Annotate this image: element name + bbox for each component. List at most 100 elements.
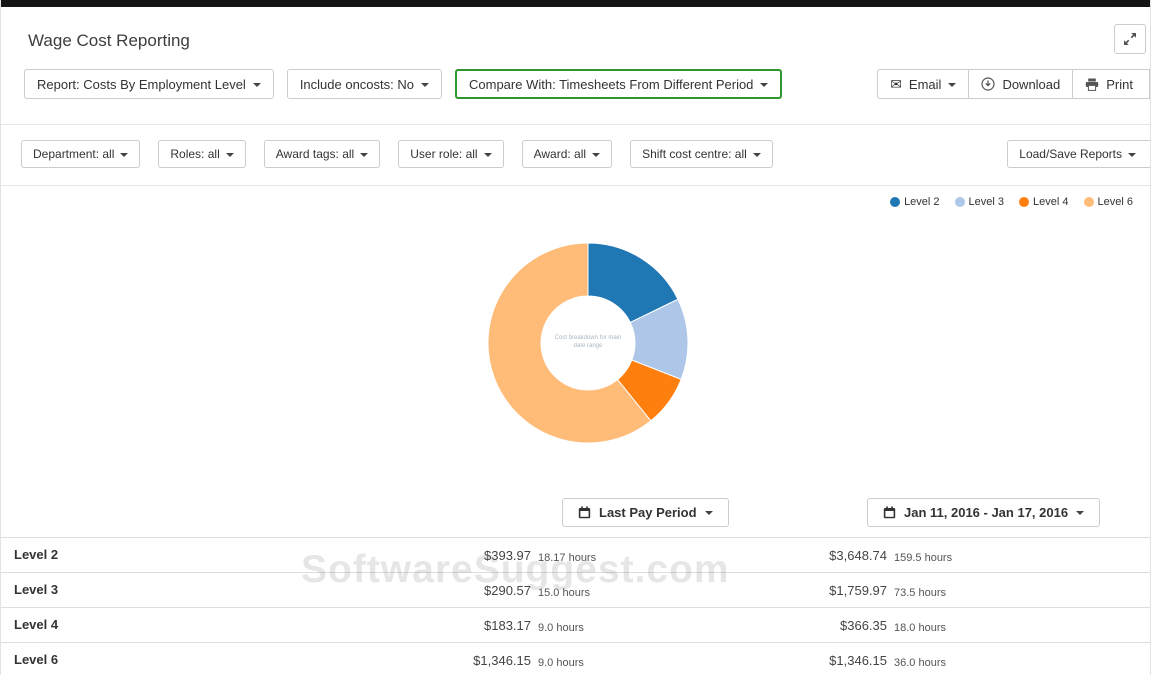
- row-period1-values: $290.57 15.0 hours: [401, 573, 590, 607]
- expand-icon: [1123, 32, 1137, 46]
- filter-department-label: Department: all: [33, 148, 114, 160]
- donut-chart[interactable]: Cost breakdown for main date range: [478, 233, 698, 453]
- filter-roles[interactable]: Roles: all: [158, 140, 245, 168]
- period2-hours: 18.0 hours: [894, 622, 946, 634]
- row-period2-values: $1,346.15 36.0 hours: [749, 643, 946, 675]
- legend-item-level-4[interactable]: Level 4: [1019, 196, 1068, 208]
- chart-section: Level 2 Level 3 Level 4 Level 6 Cost bre…: [1, 186, 1150, 494]
- period-selector-compare-label: Jan 11, 2016 - Jan 17, 2016: [904, 506, 1068, 519]
- chevron-down-icon: [592, 153, 600, 157]
- period1-cost: $290.57: [401, 583, 531, 598]
- chevron-down-icon: [120, 153, 128, 157]
- legend-dot: [890, 197, 900, 207]
- row-period1-values: $1,346.15 9.0 hours: [401, 643, 584, 675]
- donut-center-label: Cost breakdown for main date range: [549, 335, 627, 351]
- wage-cost-reporting-page: Wage Cost Reporting Report: Costs By Emp…: [0, 0, 1151, 675]
- table-row-level-6: Level 6 $1,346.15 9.0 hours $1,346.15 36…: [1, 642, 1150, 675]
- row-period2-values: $366.35 18.0 hours: [749, 608, 946, 642]
- chevron-down-icon: [226, 153, 234, 157]
- print-button[interactable]: Print: [1072, 69, 1150, 99]
- row-period2-values: $3,648.74 159.5 hours: [749, 538, 952, 572]
- period-selector-row: Last Pay Period Jan 11, 2016 - Jan 17, 2…: [1, 494, 1150, 537]
- legend-label: Level 3: [969, 196, 1004, 208]
- chevron-down-icon: [753, 153, 761, 157]
- compare-with-dropdown[interactable]: Compare With: Timesheets From Different …: [455, 69, 782, 99]
- row-level-label: Level 2: [14, 538, 58, 572]
- chevron-down-icon: [484, 153, 492, 157]
- oncosts-dropdown-label: Include oncosts: No: [300, 78, 414, 91]
- chevron-down-icon: [705, 511, 713, 515]
- report-dropdown[interactable]: Report: Costs By Employment Level: [24, 69, 274, 99]
- load-save-reports-button[interactable]: Load/Save Reports: [1007, 140, 1151, 168]
- table-row-level-3: Level 3 $290.57 15.0 hours $1,759.97 73.…: [1, 572, 1150, 607]
- email-button-label: Email: [909, 78, 942, 91]
- email-dropdown-button[interactable]: ✉ Email: [877, 69, 969, 99]
- toolbar: Report: Costs By Employment Level Includ…: [1, 69, 1150, 99]
- legend-dot: [955, 197, 965, 207]
- legend-item-level-6[interactable]: Level 6: [1084, 196, 1133, 208]
- wage-cost-table: Level 2 $393.97 18.17 hours $3,648.74 15…: [1, 537, 1150, 675]
- filter-roles-label: Roles: all: [170, 148, 219, 160]
- legend-item-level-2[interactable]: Level 2: [890, 196, 939, 208]
- top-black-bar: [1, 0, 1150, 7]
- filter-shift-cost-centre[interactable]: Shift cost centre: all: [630, 140, 773, 168]
- filter-award-label: Award: all: [534, 148, 586, 160]
- download-icon: [981, 77, 995, 91]
- row-level-label: Level 4: [14, 608, 58, 642]
- oncosts-dropdown[interactable]: Include oncosts: No: [287, 69, 442, 99]
- chevron-down-icon: [1076, 511, 1084, 515]
- period2-hours: 73.5 hours: [894, 587, 946, 599]
- row-level-label: Level 3: [14, 573, 58, 607]
- header: Wage Cost Reporting: [28, 27, 1126, 55]
- filter-bar: Department: all Roles: all Award tags: a…: [1, 140, 1150, 168]
- calendar-icon: [578, 506, 591, 519]
- legend-label: Level 4: [1033, 196, 1068, 208]
- period2-hours: 159.5 hours: [894, 552, 952, 564]
- filter-award-tags[interactable]: Award tags: all: [264, 140, 381, 168]
- chart-legend: Level 2 Level 3 Level 4 Level 6: [890, 196, 1133, 208]
- download-button[interactable]: Download: [968, 69, 1073, 99]
- period2-cost: $1,759.97: [749, 583, 887, 598]
- period1-hours: 9.0 hours: [538, 657, 584, 669]
- chevron-down-icon: [1128, 153, 1136, 157]
- print-icon: [1085, 78, 1099, 91]
- legend-item-level-3[interactable]: Level 3: [955, 196, 1004, 208]
- chevron-down-icon: [948, 83, 956, 87]
- filter-award[interactable]: Award: all: [522, 140, 612, 168]
- expand-report-button[interactable]: [1114, 24, 1146, 54]
- period-selector-main-label: Last Pay Period: [599, 506, 697, 519]
- row-period1-values: $183.17 9.0 hours: [401, 608, 584, 642]
- divider: [1, 124, 1150, 125]
- page-title: Wage Cost Reporting: [28, 27, 1126, 55]
- legend-dot: [1019, 197, 1029, 207]
- period1-cost: $393.97: [401, 548, 531, 563]
- legend-dot: [1084, 197, 1094, 207]
- compare-with-label: Compare With: Timesheets From Different …: [469, 78, 753, 91]
- chevron-down-icon: [421, 83, 429, 87]
- row-period2-values: $1,759.97 73.5 hours: [749, 573, 946, 607]
- period2-hours: 36.0 hours: [894, 657, 946, 669]
- period2-cost: $3,648.74: [749, 548, 887, 563]
- email-icon: ✉: [890, 77, 902, 91]
- legend-label: Level 2: [904, 196, 939, 208]
- period2-cost: $366.35: [749, 618, 887, 633]
- row-level-label: Level 6: [14, 643, 58, 675]
- chevron-down-icon: [760, 83, 768, 87]
- filter-shift-cost-centre-label: Shift cost centre: all: [642, 148, 747, 160]
- legend-label: Level 6: [1098, 196, 1133, 208]
- table-row-level-2: Level 2 $393.97 18.17 hours $3,648.74 15…: [1, 537, 1150, 572]
- period1-cost: $183.17: [401, 618, 531, 633]
- filter-department[interactable]: Department: all: [21, 140, 140, 168]
- period1-hours: 15.0 hours: [538, 587, 590, 599]
- download-button-label: Download: [1002, 78, 1060, 91]
- report-dropdown-label: Report: Costs By Employment Level: [37, 78, 246, 91]
- chevron-down-icon: [360, 153, 368, 157]
- filter-award-tags-label: Award tags: all: [276, 148, 355, 160]
- filter-user-role[interactable]: User role: all: [398, 140, 503, 168]
- print-button-label: Print: [1106, 78, 1133, 91]
- period-selector-main[interactable]: Last Pay Period: [562, 498, 729, 527]
- load-save-reports-label: Load/Save Reports: [1019, 148, 1122, 160]
- period-selector-compare[interactable]: Jan 11, 2016 - Jan 17, 2016: [867, 498, 1100, 527]
- filter-user-role-label: User role: all: [410, 148, 477, 160]
- period1-cost: $1,346.15: [401, 653, 531, 668]
